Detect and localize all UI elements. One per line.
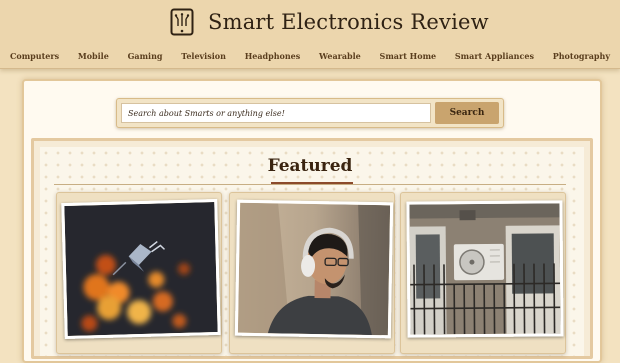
site-header: Smart Electronics Review Computers Mobil… bbox=[0, 0, 620, 69]
search-bar: Search bbox=[116, 98, 504, 128]
nav-photography[interactable]: Photography bbox=[553, 51, 610, 61]
featured-card-2[interactable] bbox=[229, 192, 395, 354]
featured-divider bbox=[54, 184, 566, 185]
featured-card-1[interactable] bbox=[56, 192, 222, 354]
air-conditioner-unit-photo[interactable] bbox=[406, 200, 563, 337]
nav-smart-appliances[interactable]: Smart Appliances bbox=[455, 51, 534, 61]
search-input[interactable] bbox=[121, 103, 431, 123]
nav-headphones[interactable]: Headphones bbox=[245, 51, 301, 61]
main-nav: Computers Mobile Gaming Television Headp… bbox=[10, 49, 610, 63]
man-with-headphones-photo[interactable] bbox=[235, 200, 393, 339]
tablet-circuit-icon bbox=[170, 8, 194, 36]
bokeh-smart-plug-photo[interactable] bbox=[61, 199, 221, 339]
site-logo[interactable]: Smart Electronics Review bbox=[170, 6, 489, 38]
nav-computers[interactable]: Computers bbox=[10, 51, 59, 61]
nav-gaming[interactable]: Gaming bbox=[128, 51, 163, 61]
featured-card-3[interactable] bbox=[400, 192, 566, 354]
featured-title-underline bbox=[271, 182, 353, 184]
featured-title: Featured bbox=[0, 156, 620, 176]
nav-television[interactable]: Television bbox=[181, 51, 226, 61]
nav-mobile[interactable]: Mobile bbox=[78, 51, 109, 61]
nav-wearable[interactable]: Wearable bbox=[319, 51, 361, 61]
search-button[interactable]: Search bbox=[435, 102, 499, 124]
site-title: Smart Electronics Review bbox=[208, 10, 489, 34]
nav-smart-home[interactable]: Smart Home bbox=[380, 51, 437, 61]
